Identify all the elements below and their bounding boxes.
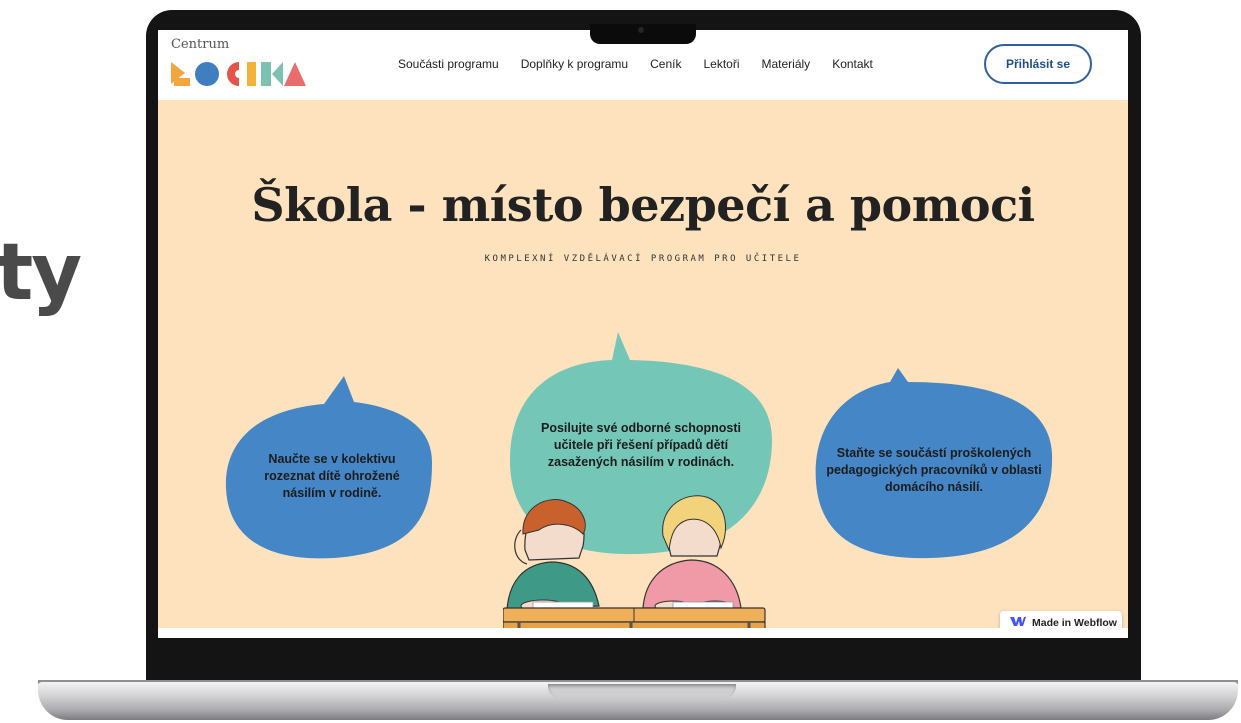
hero-title: Škola - místo bezpečí a pomoci <box>251 178 1035 232</box>
bubble-left-text: Naučte se v kolektivu rozeznat dítě ohro… <box>264 451 400 500</box>
hero-subtitle: KOMPLEXNÍ VZDĚLÁVACÍ PROGRAM PRO UČITELE <box>484 254 802 264</box>
nav-link-doplnky[interactable]: Doplňky k programu <box>521 57 628 71</box>
nav-link-materialy[interactable]: Materiály <box>762 57 811 71</box>
nav-links: Součásti programu Doplňky k programu Cen… <box>398 57 873 71</box>
logo-subtitle[interactable]: Centrum <box>171 37 229 52</box>
login-button[interactable]: Přihlásit se <box>984 44 1092 84</box>
nav-link-kontakt[interactable]: Kontakt <box>832 57 873 71</box>
children-at-desk-illustration <box>502 490 773 638</box>
nav-link-soucasti[interactable]: Součásti programu <box>398 57 499 71</box>
speech-bubble-left: Naučte se v kolektivu rozeznat dítě ohro… <box>224 376 440 562</box>
camera-icon <box>638 27 644 33</box>
logo-icon[interactable] <box>171 56 311 95</box>
bubble-middle-text: Posilujte své odborné schopnosti učitele… <box>540 420 742 469</box>
nav-link-lektori[interactable]: Lektoři <box>703 57 739 71</box>
bubble-right-text: Staňte se součástí proškolených pedagogi… <box>826 445 1042 494</box>
speech-bubble-right: Staňte se součástí proškolených pedagogi… <box>810 368 1058 564</box>
nav-link-cenik[interactable]: Ceník <box>650 57 681 71</box>
screen-bottom-strip <box>158 628 1128 638</box>
website-screen: Centrum Součásti programu Doplňky k prog… <box>158 30 1128 638</box>
laptop-opening-groove <box>548 684 736 698</box>
background-partial-text: ty <box>0 228 82 318</box>
